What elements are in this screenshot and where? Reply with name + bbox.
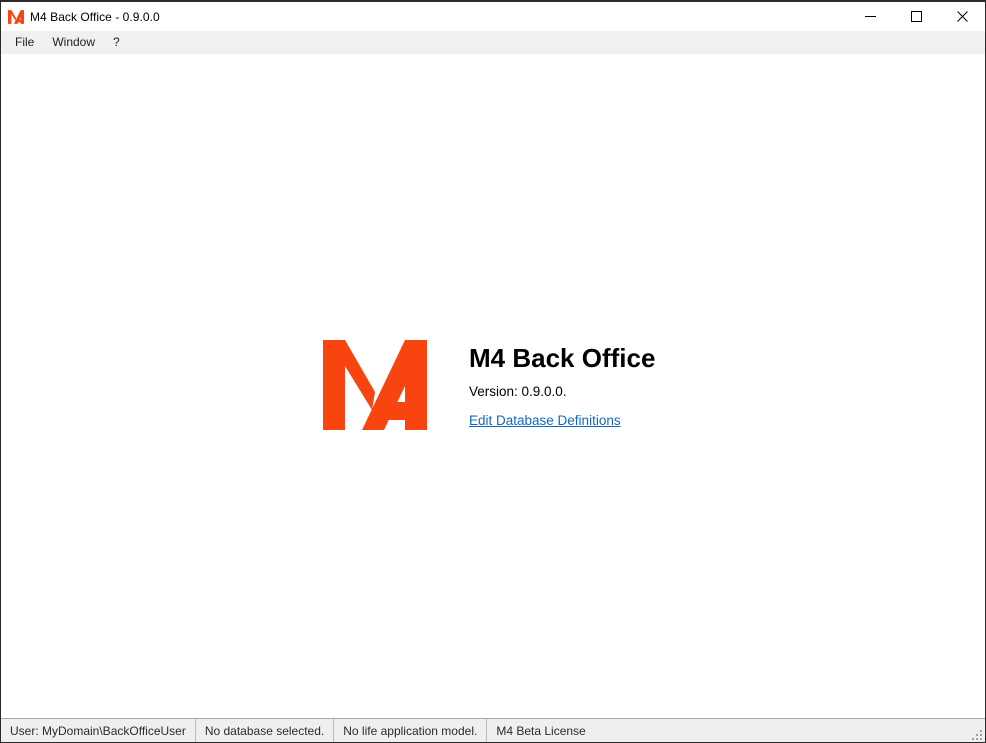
splash-text-block: M4 Back Office Version: 0.9.0.0. Edit Da… <box>469 340 655 430</box>
m4-logo-icon <box>8 9 24 24</box>
title-bar: M4 Back Office - 0.9.0.0 <box>1 2 985 31</box>
menu-item-help[interactable]: ? <box>104 32 129 54</box>
menu-bar: File Window ? <box>1 31 985 54</box>
minimize-button[interactable] <box>847 2 893 31</box>
minimize-icon <box>864 16 876 17</box>
edit-database-definitions-link[interactable]: Edit Database Definitions <box>469 412 621 430</box>
main-content-area: M4 Back Office Version: 0.9.0.0. Edit Da… <box>1 54 985 718</box>
m4-logo-icon <box>323 340 427 430</box>
splash-panel: M4 Back Office Version: 0.9.0.0. Edit Da… <box>323 340 655 430</box>
status-user: User: MyDomain\BackOfficeUser <box>1 719 196 742</box>
close-icon <box>956 11 968 22</box>
maximize-button[interactable] <box>893 2 939 31</box>
window-controls <box>847 2 985 31</box>
window-title: M4 Back Office - 0.9.0.0 <box>30 9 160 24</box>
resize-grip-icon[interactable] <box>970 728 983 741</box>
menu-item-window[interactable]: Window <box>43 32 104 54</box>
status-license: M4 Beta License <box>496 723 586 738</box>
status-application-model: No life application model. <box>334 719 488 742</box>
status-database: No database selected. <box>196 719 335 742</box>
maximize-icon <box>910 11 922 22</box>
close-button[interactable] <box>939 2 985 31</box>
product-title: M4 Back Office <box>469 343 656 373</box>
application-window: M4 Back Office - 0.9.0.0 File Window ? M… <box>0 0 986 743</box>
status-bar: User: MyDomain\BackOfficeUser No databas… <box>1 718 985 742</box>
menu-item-file[interactable]: File <box>6 32 43 54</box>
version-label: Version: 0.9.0.0. <box>469 384 567 399</box>
